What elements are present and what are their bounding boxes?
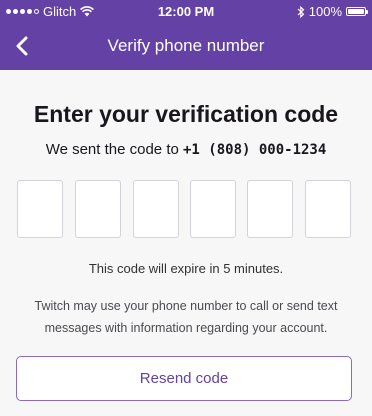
sent-to-prefix: We sent the code to	[45, 141, 179, 158]
nav-bar: Verify phone number	[0, 22, 372, 70]
phone-number: +1 (808) 000-1234	[183, 142, 327, 158]
verification-content: Enter your verification code We sent the…	[0, 70, 372, 416]
bluetooth-icon	[297, 5, 305, 18]
status-right: 100%	[297, 4, 368, 19]
code-digit-2[interactable]	[75, 180, 121, 238]
battery-icon	[346, 7, 368, 16]
disclaimer-text: Twitch may use your phone number to call…	[34, 299, 338, 335]
code-digit-5[interactable]	[247, 180, 293, 238]
code-digit-4[interactable]	[190, 180, 236, 238]
sent-to-text: We sent the code to +1 (808) 000-1234	[0, 141, 372, 158]
status-bar: Glitch 12:00 PM 100%	[0, 0, 372, 22]
code-digit-3[interactable]	[133, 180, 179, 238]
nav-title: Verify phone number	[107, 36, 265, 55]
code-digit-6[interactable]	[305, 180, 351, 238]
resend-code-button[interactable]: Resend code	[16, 356, 352, 401]
battery-percent: 100%	[308, 4, 342, 19]
code-input-group	[17, 180, 353, 240]
page-title: Enter your verification code	[33, 101, 339, 127]
expire-note: This code will expire in 5 minutes.	[88, 261, 284, 276]
code-digit-1[interactable]	[17, 180, 63, 238]
